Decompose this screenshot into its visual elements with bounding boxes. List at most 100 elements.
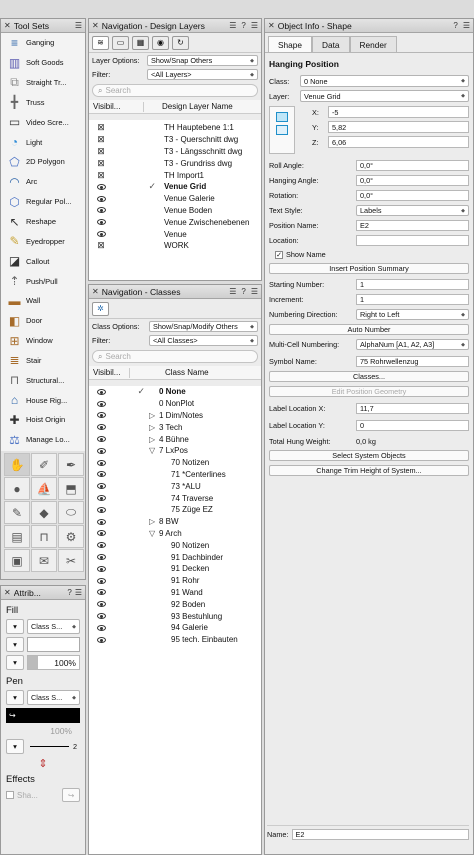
class-row[interactable]: 91 Rohr xyxy=(89,575,261,587)
layer-options-select[interactable]: Show/Snap Others xyxy=(147,55,258,66)
object-info-titlebar[interactable]: ✕ Object Info - Shape ? ☰ xyxy=(265,19,473,33)
drawer-icon[interactable]: ▤ xyxy=(4,525,30,548)
field-input[interactable]: E2 xyxy=(356,220,469,231)
visibility-cell[interactable] xyxy=(91,183,111,190)
attributes-titlebar[interactable]: ✕ Attrib... ? ☰ xyxy=(1,586,85,600)
field-select[interactable]: Labels xyxy=(356,205,469,216)
visibility-cell[interactable] xyxy=(91,412,111,419)
layer-filter-select[interactable]: <All Layers> xyxy=(147,69,258,80)
pen-color-swatch[interactable]: ↪ xyxy=(6,708,80,723)
fill-color-button[interactable]: ▾ xyxy=(6,637,24,652)
z-field[interactable]: 6,06 xyxy=(328,136,469,148)
tool-eyedropper[interactable]: ✎ Eyedropper xyxy=(1,231,85,251)
visibility-cell[interactable] xyxy=(91,436,111,443)
class-row[interactable]: 95 tech. Einbauten xyxy=(89,634,261,646)
viewports-icon[interactable]: ▦ xyxy=(132,35,149,50)
col-class-name-header[interactable]: Class Name xyxy=(165,368,209,377)
tool-straight-truss[interactable]: ⧉ Straight Tr... xyxy=(1,73,85,93)
class-row[interactable]: 94 Galerie xyxy=(89,622,261,634)
box-point-icon[interactable] xyxy=(276,112,288,122)
visibility-cell[interactable] xyxy=(91,447,111,454)
class-search-input[interactable]: Search xyxy=(105,352,130,361)
insertion-point-widget[interactable] xyxy=(269,106,295,154)
close-icon[interactable]: ✕ xyxy=(92,287,99,296)
tab-data[interactable]: Data xyxy=(312,36,350,52)
visibility-cell[interactable] xyxy=(91,424,111,431)
shapes-icon[interactable]: ◆ xyxy=(31,501,57,524)
collapsed-arrow-icon[interactable]: ▷ xyxy=(149,517,159,526)
fill-opacity-button[interactable]: ▾ xyxy=(6,655,24,670)
tool-push-pull[interactable]: ⇡ Push/Pull xyxy=(1,271,85,291)
pen-icon[interactable]: ✒ xyxy=(58,453,84,476)
menu-icon[interactable]: ☰ xyxy=(75,21,82,30)
fill-opacity-field[interactable]: 100% xyxy=(27,655,80,670)
name-field[interactable]: E2 xyxy=(291,829,469,840)
expanded-arrow-icon[interactable]: ▽ xyxy=(149,446,159,455)
visibility-cell[interactable] xyxy=(91,219,111,226)
menu-icon[interactable]: ☰ xyxy=(229,21,236,30)
pencil-icon[interactable]: ✐ xyxy=(31,453,57,476)
visibility-cell[interactable] xyxy=(91,471,111,478)
class-row[interactable]: 91 Wand xyxy=(89,587,261,599)
field-input[interactable]: 1 xyxy=(356,294,469,305)
visibility-cell[interactable] xyxy=(91,495,111,502)
help-icon[interactable]: ? xyxy=(453,21,457,30)
collapsed-arrow-icon[interactable]: ▷ xyxy=(149,423,159,432)
field-input[interactable]: 0,0° xyxy=(356,175,469,186)
menu-icon[interactable]: ☰ xyxy=(463,21,470,30)
show-name-checkbox[interactable]: ✓ xyxy=(275,250,283,259)
class-row[interactable]: 70 Notizen xyxy=(89,457,261,469)
classes-view-icon[interactable]: ✲ xyxy=(92,301,109,316)
visibility-cell[interactable]: ⊠ xyxy=(91,146,111,156)
class-row[interactable]: ▷ 4 Bühne xyxy=(89,433,261,445)
tool-arc[interactable]: ◠ Arc xyxy=(1,172,85,192)
visibility-cell[interactable] xyxy=(91,577,111,584)
pen-class-select[interactable]: Class S... xyxy=(27,690,80,705)
arrowhead-icon[interactable]: ⇕ xyxy=(38,757,47,770)
class-row[interactable]: ▷ 8 BW xyxy=(89,516,261,528)
tool-light[interactable]: ◔ Light xyxy=(1,132,85,152)
visibility-cell[interactable]: ⊠ xyxy=(91,241,111,250)
visibility-cell[interactable] xyxy=(91,207,111,214)
layer-row[interactable]: ⊠ T3 - Grundriss dwg xyxy=(89,157,261,169)
visibility-cell[interactable] xyxy=(91,231,111,238)
tool-stair[interactable]: ≣ Stair xyxy=(1,351,85,371)
visibility-cell[interactable] xyxy=(91,483,111,490)
col-visibility-header[interactable]: Visibil... xyxy=(93,102,143,111)
field-input[interactable]: 0,0° xyxy=(356,160,469,171)
beam-icon[interactable]: ⊓ xyxy=(31,525,57,548)
layer-row[interactable]: Venue xyxy=(89,228,261,240)
box-icon[interactable]: ▣ xyxy=(4,549,30,572)
col-visibility-header[interactable]: Visibil... xyxy=(93,368,129,377)
field-select[interactable]: Right to Left xyxy=(356,309,469,320)
select-system-objects-button[interactable]: Select System Objects xyxy=(269,450,469,461)
class-row[interactable]: ▽ 9 Arch xyxy=(89,528,261,540)
ball-icon[interactable]: ● xyxy=(4,477,30,500)
col-design-layer-name-header[interactable]: Design Layer Name xyxy=(162,102,233,111)
tool-hoist-origin[interactable]: ✚ Hoist Origin xyxy=(1,410,85,430)
visibility-cell[interactable] xyxy=(91,624,111,631)
tool-door[interactable]: ◧ Door xyxy=(1,311,85,331)
pen-style-button[interactable]: ▾ xyxy=(6,690,24,705)
class-row[interactable]: 93 Bestuhlung xyxy=(89,610,261,622)
tool-structural[interactable]: ⊓ Structural... xyxy=(1,370,85,390)
help-icon[interactable]: ? xyxy=(241,287,245,296)
collapsed-arrow-icon[interactable]: ▷ xyxy=(149,435,159,444)
class-row[interactable]: 92 Boden xyxy=(89,598,261,610)
class-row[interactable]: 74 Traverse xyxy=(89,492,261,504)
brush-icon[interactable]: ✎ xyxy=(4,501,30,524)
class-row[interactable]: 73 *ALU xyxy=(89,480,261,492)
label-location-y-field[interactable]: 0 xyxy=(356,420,469,431)
fill-color-swatch[interactable] xyxy=(27,637,80,652)
line-weight-field[interactable]: 2 xyxy=(27,739,80,754)
envelope-icon[interactable]: ✉ xyxy=(31,549,57,572)
design-layers-titlebar[interactable]: ✕ Navigation - Design Layers ☰ ? ☰ xyxy=(89,19,261,33)
field-input[interactable]: 1 xyxy=(356,279,469,290)
menu-icon[interactable]: ☰ xyxy=(229,287,236,296)
visibility-cell[interactable] xyxy=(91,554,111,561)
visibility-cell[interactable] xyxy=(91,542,111,549)
class-row[interactable]: 90 Notizen xyxy=(89,539,261,551)
change-trim-height-button[interactable]: Change Trim Height of System... xyxy=(269,465,469,476)
tool-polygon[interactable]: ⬠ 2D Polygon xyxy=(1,152,85,172)
class-row[interactable]: ▷ 3 Tech xyxy=(89,421,261,433)
